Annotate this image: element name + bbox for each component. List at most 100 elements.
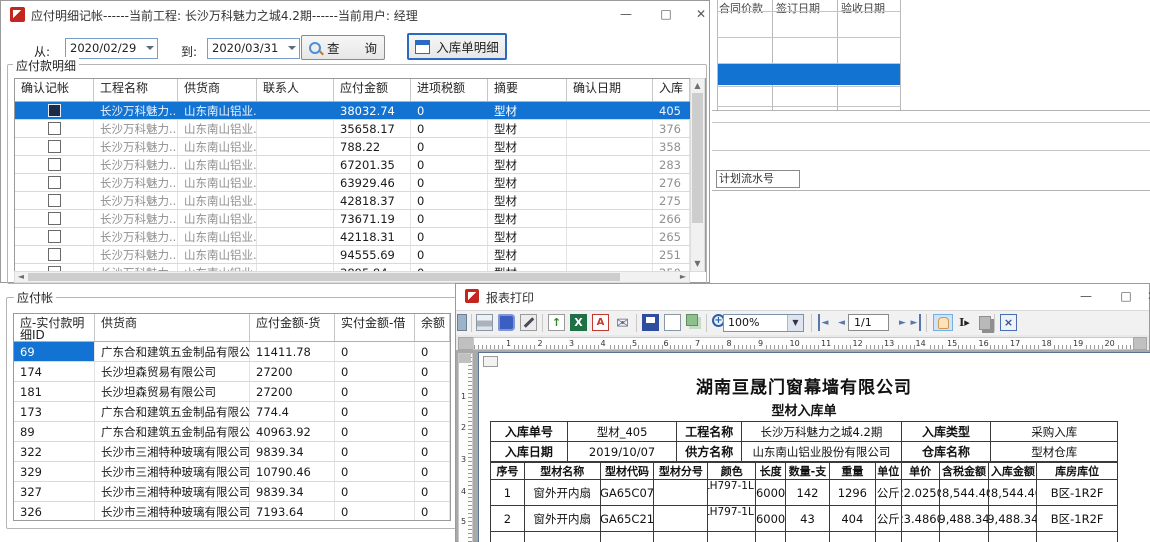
pdf-icon[interactable]: A xyxy=(592,314,609,331)
column-header[interactable]: 实付金额-借 xyxy=(335,314,415,341)
export-icon[interactable]: ↑ xyxy=(548,314,565,331)
confirm-checkbox[interactable] xyxy=(48,248,61,261)
query-button[interactable]: 查 询 xyxy=(301,35,385,60)
table-row[interactable]: 326长沙市三湘特种玻璃有限公司7193.6400 xyxy=(14,502,450,521)
column-header-contract-price[interactable]: 合同价款 xyxy=(719,0,763,16)
column-header[interactable]: 应-实付款明细ID xyxy=(14,314,95,341)
cell xyxy=(15,156,94,173)
cell: 9839.34 xyxy=(250,482,335,501)
designer-icon[interactable] xyxy=(457,314,467,331)
confirm-checkbox[interactable] xyxy=(48,230,61,243)
column-header[interactable]: 余额 xyxy=(415,314,450,341)
close-button[interactable]: ✕ xyxy=(692,6,710,23)
report-preview-area[interactable]: 12345 湖南亘晟门窗幕墙有限公司 型材入库单 入库单号型材_405工程名称长… xyxy=(456,350,1149,541)
confirm-checkbox[interactable] xyxy=(48,104,61,117)
maximize-button[interactable]: □ xyxy=(657,6,675,23)
scroll-down-arrow[interactable]: ▼ xyxy=(691,258,704,270)
scrollbar-thumb[interactable] xyxy=(692,93,703,223)
minimize-button[interactable]: — xyxy=(1077,288,1095,305)
horizontal-scrollbar[interactable]: ◄ ► xyxy=(14,271,690,283)
table-row[interactable]: 长沙万科魅力...山东南山铝业...788.220型材358 xyxy=(15,138,705,156)
column-header[interactable]: 联系人 xyxy=(257,79,334,101)
cell: 89 xyxy=(14,422,95,441)
scroll-right-arrow[interactable]: ► xyxy=(678,272,688,282)
table-row[interactable]: 181长沙坦森贸易有限公司2720000 xyxy=(14,382,450,402)
table-row[interactable]: 长沙万科魅力...山东南山铝业...63929.460型材276 xyxy=(15,174,705,192)
table-row[interactable]: 173广东合和建筑五金制品有限公司774.400 xyxy=(14,402,450,422)
close-button[interactable]: ✕ xyxy=(1143,288,1150,305)
table-row[interactable]: 327长沙市三湘特种玻璃有限公司9839.3400 xyxy=(14,482,450,502)
column-header[interactable]: 摘要 xyxy=(488,79,567,101)
excel-icon[interactable]: X xyxy=(570,314,587,331)
zoom-level-combobox[interactable]: 100% ▼ xyxy=(723,314,804,332)
column-header[interactable]: 进项税额 xyxy=(411,79,488,101)
first-page-icon[interactable]: ◄ xyxy=(818,314,830,331)
item-column-header: 型材名称 xyxy=(525,462,601,480)
vertical-scrollbar[interactable]: ▲ ▼ xyxy=(690,78,705,272)
save-icon[interactable] xyxy=(642,314,659,331)
table-row[interactable]: 长沙万科魅力...山东南山铝业...42818.370型材275 xyxy=(15,192,705,210)
close-preview-icon[interactable]: × xyxy=(1000,314,1017,331)
selected-empty-row[interactable] xyxy=(718,64,900,85)
column-header[interactable]: 应付金额-货 xyxy=(250,314,335,341)
title-bar[interactable]: 应付明细记帐------当前工程: 长沙万科魅力之城4.2期------当前用户… xyxy=(1,1,709,28)
confirm-checkbox[interactable] xyxy=(48,176,61,189)
table-row[interactable]: 69广东合和建筑五金制品有限公司11411.7800 xyxy=(14,342,450,362)
scrollbar-thumb[interactable] xyxy=(28,273,620,281)
table-row[interactable]: 322长沙市三湘特种玻璃有限公司9839.3400 xyxy=(14,442,450,462)
confirm-checkbox[interactable] xyxy=(48,122,61,135)
cell xyxy=(15,120,94,137)
column-header[interactable]: 工程名称 xyxy=(94,79,178,101)
column-header-sign-date[interactable]: 签订日期 xyxy=(776,0,820,16)
printer-icon[interactable] xyxy=(476,314,493,331)
minimize-button[interactable]: — xyxy=(617,6,635,23)
confirm-checkbox[interactable] xyxy=(48,140,61,153)
maximize-button[interactable]: □ xyxy=(1117,288,1135,305)
page-icon[interactable] xyxy=(664,314,681,331)
scroll-left-arrow[interactable]: ◄ xyxy=(16,272,26,282)
table-row[interactable]: 长沙万科魅力...山东南山铝业...42118.310型材265 xyxy=(15,228,705,246)
column-header[interactable]: 应付金额 xyxy=(334,79,411,101)
cell xyxy=(15,210,94,227)
table-row[interactable]: 89广东合和建筑五金制品有限公司40963.9200 xyxy=(14,422,450,442)
table-row[interactable]: 长沙万科魅力...山东南山铝业...38032.740型材405 xyxy=(15,102,705,120)
book-icon[interactable] xyxy=(498,314,515,331)
column-header[interactable]: 确认记帐 xyxy=(15,79,94,101)
pages-icon[interactable] xyxy=(686,314,698,326)
table-row[interactable]: 长沙万科魅力...山东南山铝业...73671.190型材266 xyxy=(15,210,705,228)
mail-icon[interactable]: ✉ xyxy=(614,314,631,331)
cell: 266 xyxy=(653,210,690,227)
confirm-checkbox[interactable] xyxy=(48,158,61,171)
column-header[interactable]: 供货商 xyxy=(95,314,250,341)
confirm-checkbox[interactable] xyxy=(48,194,61,207)
to-date-combobox[interactable]: 2020/03/31 xyxy=(207,38,300,59)
table-row[interactable]: 长沙万科魅力...山东南山铝业...94555.690型材251 xyxy=(15,246,705,264)
from-date-combobox[interactable]: 2020/02/29 xyxy=(65,38,158,59)
page-number-field[interactable]: 1/1 xyxy=(848,314,889,331)
tools-icon[interactable] xyxy=(520,314,537,331)
column-header[interactable]: 确认日期 xyxy=(567,79,653,101)
cell: 型材 xyxy=(488,138,567,155)
hand-icon[interactable] xyxy=(933,314,953,331)
copy-icon[interactable] xyxy=(976,314,993,331)
cell: 9839.34 xyxy=(250,442,335,461)
column-header[interactable]: 供货商 xyxy=(178,79,257,101)
text-select-icon[interactable]: I▸ xyxy=(956,314,973,331)
table-row[interactable]: 329长沙市三湘特种玻璃有限公司10790.4600 xyxy=(14,462,450,482)
item-column-header: 颜色 xyxy=(708,462,756,480)
table-row[interactable]: 长沙万科魅力...山东南山铝业...35658.170型材376 xyxy=(15,120,705,138)
last-page-icon[interactable]: ► xyxy=(909,314,921,331)
scroll-up-arrow[interactable]: ▲ xyxy=(691,80,704,92)
column-header-accept-date[interactable]: 验收日期 xyxy=(841,0,885,16)
plan-serial-field[interactable]: 计划流水号 xyxy=(716,170,800,188)
cell: 358 xyxy=(653,138,690,155)
cell: 276 xyxy=(653,174,690,191)
inbound-detail-button[interactable]: 入库单明细 xyxy=(407,33,507,60)
cell: 型材 xyxy=(488,102,567,119)
confirm-checkbox[interactable] xyxy=(48,212,61,225)
title-bar[interactable]: 报表打印 — □ ✕ xyxy=(456,284,1149,310)
table-row[interactable]: 长沙万科魅力...山东南山铝业...67201.350型材283 xyxy=(15,156,705,174)
column-header[interactable]: 入库 xyxy=(653,79,690,101)
table-row[interactable]: 174长沙坦森贸易有限公司2720000 xyxy=(14,362,450,382)
cell: 长沙万科魅力... xyxy=(94,174,178,191)
